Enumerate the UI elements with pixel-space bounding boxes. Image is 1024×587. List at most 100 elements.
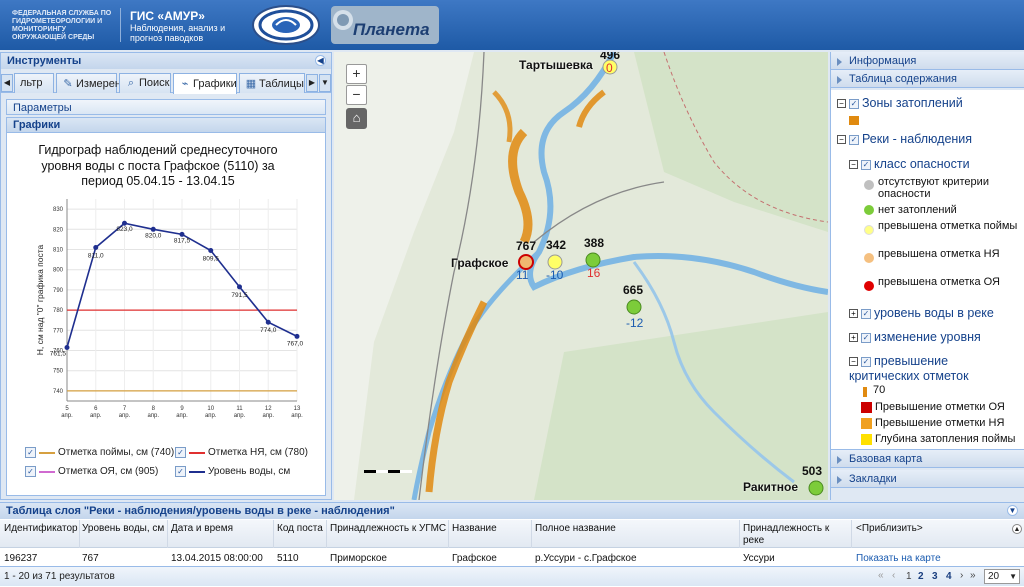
collapse-icon[interactable]: − — [849, 357, 858, 367]
last-page-icon[interactable]: » — [970, 570, 976, 581]
layers-panel: Информация Таблица содержания − ✓ Зоны зат… — [830, 52, 1024, 500]
page-link[interactable]: 3 — [932, 571, 938, 582]
info-accordion[interactable]: Информация — [831, 52, 1024, 70]
flood-depth-swatch — [861, 434, 872, 445]
tools-panel-title: Инструменты — [7, 55, 82, 67]
checkbox-icon[interactable]: ✓ — [849, 98, 859, 109]
collapse-icon[interactable]: − — [837, 135, 846, 145]
table-cell: Графское — [452, 553, 497, 564]
legend-item-floodplain[interactable]: ✓ Отметка поймы, см (740) — [25, 447, 174, 458]
tab-scroll-left-icon[interactable]: ◀ — [1, 74, 13, 92]
station-value: 342 — [546, 238, 567, 252]
legend-line-nya — [189, 451, 205, 454]
column-divider — [448, 520, 449, 548]
bookmarks-accordion[interactable]: Закладки — [831, 470, 1024, 488]
checkbox-icon[interactable]: ✓ — [861, 308, 871, 319]
station-342 — [547, 254, 563, 270]
base-map-label: Базовая карта — [849, 453, 923, 465]
collapse-icon[interactable]: − — [837, 99, 846, 109]
legend-no-flood: нет затоплений — [878, 204, 957, 216]
checkbox-icon[interactable]: ✓ — [861, 159, 871, 170]
checkbox-icon[interactable]: ✓ — [25, 466, 36, 477]
scroll-up-icon[interactable]: ▲ — [1012, 524, 1022, 534]
tab-tables[interactable]: ▦ Таблицы — [239, 73, 305, 93]
toc-accordion[interactable]: Таблица содержания — [831, 70, 1024, 88]
y-axis-label: Н, см над "0" графика поста — [35, 244, 45, 355]
layer-flood-zones[interactable]: − ✓ Зоны затоплений — [837, 96, 963, 110]
map-view[interactable]: + − ⌂ Тартышевка Графское Ракитное 496 0… — [334, 52, 828, 500]
page-link[interactable]: 2 — [918, 571, 924, 582]
chevron-down-icon: ▼ — [1009, 572, 1017, 581]
zoom-in-button[interactable]: + — [346, 64, 367, 84]
legend-nya-label: Отметка НЯ, см (780) — [208, 447, 308, 459]
collapse-bottom-icon[interactable]: ▼ — [1007, 505, 1018, 516]
home-button[interactable]: ⌂ — [346, 108, 367, 129]
layer-rivers[interactable]: − ✓ Реки - наблюдения — [837, 132, 972, 146]
checkbox-icon[interactable]: ✓ — [175, 447, 186, 458]
collapse-left-icon[interactable]: ◀ — [315, 55, 326, 66]
graphs-section-header[interactable]: Графики — [6, 117, 326, 132]
station-rakitnoe — [808, 480, 824, 496]
expand-icon[interactable]: + — [849, 309, 858, 319]
checkbox-icon[interactable]: ✓ — [861, 356, 871, 367]
legend-item-nya[interactable]: ✓ Отметка НЯ, см (780) — [175, 447, 308, 458]
x-tick-label: 13 — [294, 406, 301, 412]
tab-filter[interactable]: льтр — [14, 73, 54, 93]
column-header[interactable]: Уровень воды, см — [82, 523, 164, 535]
station-388 — [585, 252, 601, 268]
planeta-logo: Планета — [331, 6, 439, 44]
tab-measurements[interactable]: ✎ Измерения — [56, 73, 133, 93]
column-header[interactable]: Идентификатор — [4, 523, 78, 535]
x-tick-label: апр. — [119, 413, 131, 419]
y-tick-label: 800 — [53, 268, 64, 274]
base-map-accordion[interactable]: Базовая карта — [831, 450, 1024, 468]
column-header[interactable]: <Приблизить> — [856, 523, 923, 535]
column-header[interactable]: Дата и время — [171, 523, 233, 535]
expand-icon[interactable]: + — [849, 333, 858, 343]
column-header[interactable]: Полное название — [535, 523, 616, 535]
tab-charts[interactable]: ⌁ Графики — [173, 73, 237, 94]
data-point — [150, 226, 156, 232]
show-on-map-link[interactable]: Показать на карте — [856, 553, 941, 564]
page-size-value: 20 — [988, 571, 1000, 582]
layer-level-change[interactable]: + ✓ изменение уровня — [849, 330, 981, 344]
table-row[interactable]: 196237 767 13.04.2015 08:00:00 5110 Прим… — [0, 548, 1024, 568]
column-header[interactable]: Код поста — [277, 523, 323, 535]
parameters-section[interactable]: Параметры — [6, 99, 326, 115]
prev-page-icon[interactable]: ‹ — [892, 570, 895, 581]
column-header[interactable]: Принадлежность к реке — [743, 523, 843, 547]
station-delta: -10 — [546, 268, 564, 282]
map-canvas[interactable] — [334, 52, 828, 500]
first-page-icon[interactable]: « — [878, 570, 884, 581]
column-divider — [851, 520, 852, 548]
label-rakitnoe: Ракитное — [743, 480, 799, 494]
data-label: 811,0 — [88, 252, 104, 259]
checkbox-icon[interactable]: ✓ — [861, 332, 871, 343]
tab-filter-label: льтр — [20, 77, 43, 89]
label-tartyshevka: Тартышевка — [519, 58, 593, 72]
legend-item-oya[interactable]: ✓ Отметка ОЯ, см (905) — [25, 466, 158, 477]
column-header[interactable]: Принадлежность к УГМС — [330, 523, 446, 535]
tab-search[interactable]: ⌕ Поиск — [119, 73, 171, 93]
tab-menu-icon[interactable]: ▼ — [319, 74, 331, 92]
page-size-select[interactable]: 20 ▼ — [984, 569, 1020, 584]
layer-critical[interactable]: − ✓ превышение критических отметок — [849, 354, 1009, 384]
data-point — [179, 231, 185, 237]
next-page-icon[interactable]: › — [960, 570, 963, 581]
planeta-logo-text: Планета — [353, 20, 430, 39]
column-header[interactable]: Название — [452, 523, 497, 535]
layer-danger-class[interactable]: − ✓ класс опасности — [849, 157, 970, 171]
hydrograph-chart: 7407507607707807908008108208305апр.6апр.… — [35, 199, 304, 419]
data-label: 761,5 — [50, 350, 67, 357]
collapse-icon[interactable]: − — [849, 160, 858, 170]
legend-item-water-level[interactable]: ✓ Уровень воды, см — [175, 466, 290, 477]
tab-scroll-right-icon[interactable]: ▶ — [306, 74, 318, 92]
page-link[interactable]: 4 — [946, 571, 952, 582]
checkbox-icon[interactable]: ✓ — [25, 447, 36, 458]
zoom-out-button[interactable]: − — [346, 85, 367, 105]
checkbox-icon[interactable]: ✓ — [175, 466, 186, 477]
column-divider — [531, 520, 532, 548]
checkbox-icon[interactable]: ✓ — [849, 134, 859, 145]
layer-water-level[interactable]: + ✓ уровень воды в реке — [849, 306, 994, 320]
layer-rivers-label: Реки - наблюдения — [862, 132, 973, 146]
